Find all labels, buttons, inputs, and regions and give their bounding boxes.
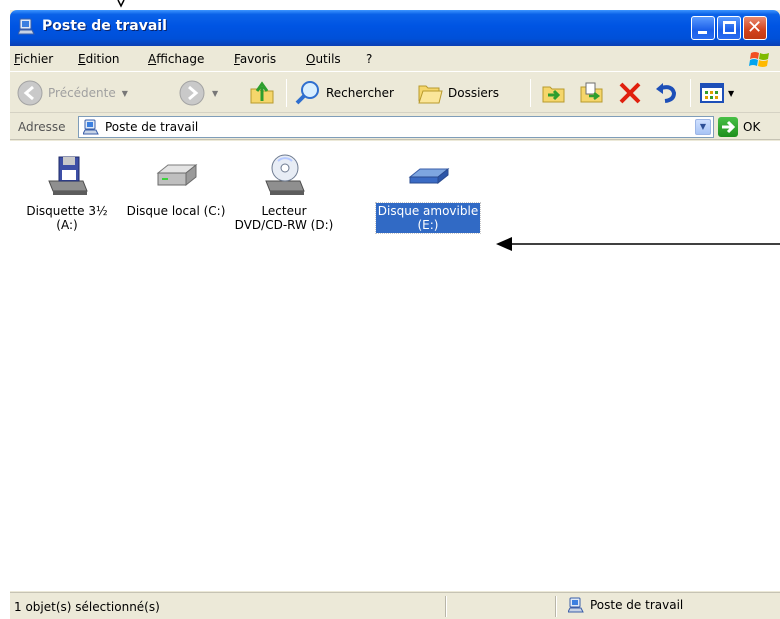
drive-item-d[interactable]: Lecteur DVD/CD-RW (D:)	[229, 151, 339, 233]
status-location: Poste de travail	[568, 597, 683, 613]
copy-to-folder-icon	[580, 82, 603, 103]
floppy-drive-icon	[48, 156, 88, 195]
search-button[interactable]: Rechercher	[294, 77, 394, 109]
views-button[interactable]: ▼	[698, 77, 734, 109]
menu-edition[interactable]: Edition	[78, 52, 120, 66]
undo-icon	[656, 83, 677, 103]
cd-drive-icon	[265, 154, 305, 195]
status-bar: 1 objet(s) sélectionné(s) Poste de trava…	[10, 592, 780, 619]
status-location-label: Poste de travail	[590, 598, 684, 612]
standard-toolbar: Précédente ▼ ▼ Rechercher Dossiers ▼	[10, 73, 780, 113]
removable-disk-icon	[408, 167, 450, 185]
explorer-window: Poste de travail ✕ Fichier Edition Affic…	[10, 10, 780, 619]
address-dropdown-button[interactable]: ▼	[695, 119, 711, 135]
file-view[interactable]: Disquette 3½ (A:) Disque local (C:) Lecte…	[10, 141, 780, 591]
views-icon	[700, 83, 724, 103]
selection-status: 1 objet(s) sélectionné(s)	[14, 600, 160, 614]
copy-to-button[interactable]	[578, 77, 606, 109]
my-computer-icon	[18, 18, 35, 35]
forward-button[interactable]: ▼	[178, 77, 218, 109]
menu-bar: Fichier Edition Affichage Favoris Outils…	[10, 46, 780, 72]
go-label[interactable]: OK	[743, 120, 760, 134]
drive-label: Disque local (C:)	[126, 204, 226, 218]
minimize-icon	[698, 31, 707, 34]
my-computer-icon	[83, 119, 99, 135]
my-computer-icon	[568, 597, 584, 613]
menu-fichier[interactable]: Fichier	[14, 52, 53, 66]
folders-button[interactable]: Dossiers	[416, 77, 499, 109]
close-icon: ✕	[747, 17, 763, 38]
menu-help[interactable]: ?	[366, 52, 372, 66]
address-bar: Adresse Poste de travail ▼ OK	[10, 114, 780, 140]
back-label: Précédente	[48, 86, 116, 100]
folders-icon	[418, 85, 443, 104]
move-to-button[interactable]	[540, 77, 568, 109]
address-input[interactable]: Poste de travail ▼	[78, 116, 714, 138]
hard-disk-icon	[156, 163, 198, 187]
go-button[interactable]	[718, 117, 738, 137]
folder-up-icon	[250, 81, 274, 104]
menu-outils[interactable]: Outils	[306, 52, 341, 66]
drive-label: Lecteur DVD/CD-RW (D:)	[234, 204, 334, 232]
chevron-down-icon[interactable]: ▼	[728, 89, 734, 98]
folders-label: Dossiers	[448, 86, 499, 100]
go-arrow-icon	[722, 120, 736, 134]
close-button[interactable]: ✕	[743, 16, 767, 40]
window-title: Poste de travail	[42, 18, 167, 34]
search-label: Rechercher	[326, 86, 394, 100]
drive-label: Disquette 3½ (A:)	[26, 204, 108, 232]
maximize-button[interactable]	[717, 16, 741, 40]
chevron-down-icon[interactable]: ▼	[212, 89, 218, 98]
drive-item-c[interactable]: Disque local (C:)	[121, 151, 231, 219]
undo-button[interactable]	[652, 77, 680, 109]
search-icon	[295, 81, 319, 105]
chevron-down-icon[interactable]: ▼	[122, 89, 128, 98]
menu-affichage[interactable]: Affichage	[148, 52, 204, 66]
minimize-button[interactable]	[691, 16, 715, 40]
move-to-folder-icon	[542, 86, 565, 103]
drive-label: Disque amovible (E:)	[374, 202, 482, 234]
address-label: Adresse	[18, 120, 66, 134]
windows-logo-icon	[749, 52, 769, 67]
address-value: Poste de travail	[105, 120, 199, 134]
delete-button[interactable]	[616, 77, 644, 109]
title-bar[interactable]: Poste de travail ✕	[10, 10, 780, 46]
back-button[interactable]: Précédente ▼	[16, 77, 128, 109]
back-arrow-icon	[17, 80, 43, 106]
forward-arrow-icon	[179, 80, 205, 106]
drive-item-e[interactable]: Disque amovible (E:)	[373, 151, 483, 234]
menu-favoris[interactable]: Favoris	[234, 52, 276, 66]
up-button[interactable]	[248, 77, 276, 109]
delete-icon	[619, 82, 641, 104]
maximize-icon	[723, 21, 736, 34]
drive-item-a[interactable]: Disquette 3½ (A:)	[12, 151, 122, 233]
